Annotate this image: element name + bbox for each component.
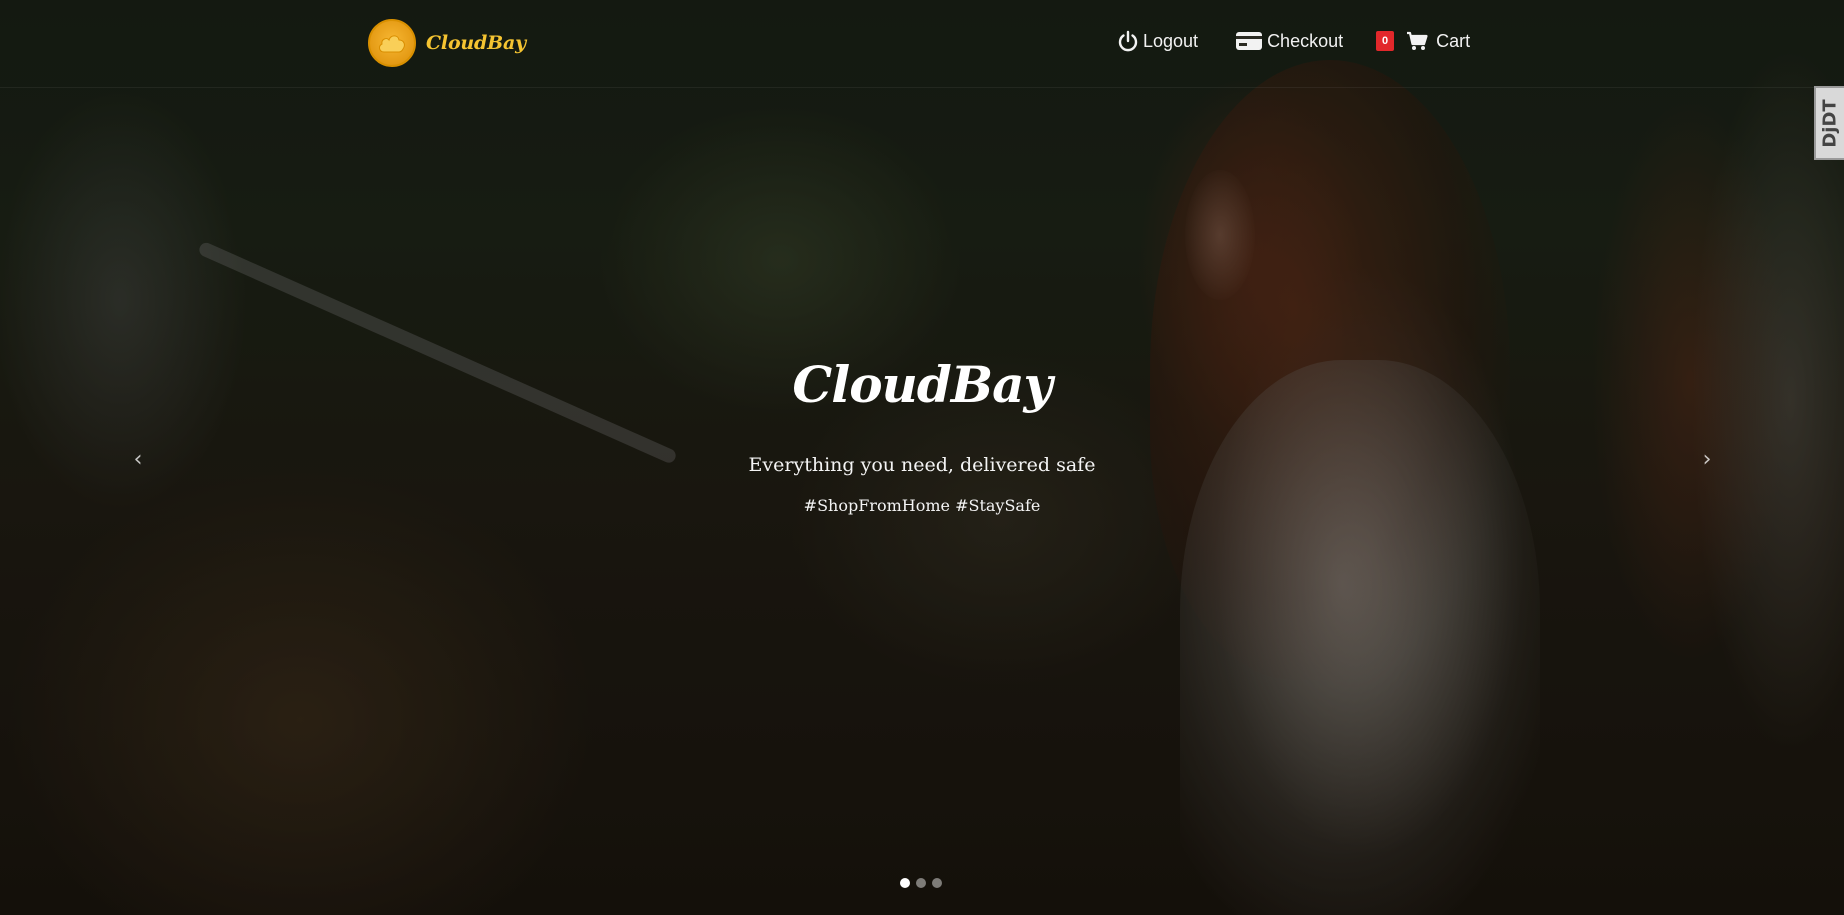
carousel-indicator-1[interactable] bbox=[900, 878, 910, 888]
credit-card-icon bbox=[1235, 30, 1263, 52]
brand-link[interactable]: CloudBay bbox=[368, 19, 526, 67]
carousel-prev-button[interactable]: ‹ bbox=[118, 440, 158, 480]
logout-link[interactable]: Logout bbox=[1117, 30, 1198, 52]
cart-count-badge: 0 bbox=[1376, 31, 1395, 51]
cart-label: Cart bbox=[1436, 30, 1471, 51]
chevron-left-icon: ‹ bbox=[133, 447, 143, 472]
debug-toolbar-tab[interactable]: DjDT bbox=[1814, 86, 1844, 160]
carousel-indicator-3[interactable] bbox=[932, 878, 942, 888]
chevron-right-icon: › bbox=[1702, 447, 1712, 472]
hero-subtitle: Everything you need, delivered safe bbox=[748, 454, 1096, 476]
brand-name: CloudBay bbox=[426, 32, 526, 54]
hero-title: CloudBay bbox=[792, 355, 1052, 414]
nav-links: Logout Checkout 0 Cart bbox=[1117, 30, 1470, 52]
power-icon bbox=[1117, 30, 1139, 52]
logout-label: Logout bbox=[1143, 30, 1199, 51]
carousel-next-button[interactable]: › bbox=[1687, 440, 1727, 480]
carousel-indicator-2[interactable] bbox=[916, 878, 926, 888]
debug-toolbar-label: DjDT bbox=[1819, 98, 1841, 148]
hero-tags: #ShopFromHome #StaySafe bbox=[803, 496, 1041, 515]
carousel-indicators bbox=[900, 878, 942, 888]
carousel-caption: CloudBay Everything you need, delivered … bbox=[0, 355, 1844, 516]
cloud-icon bbox=[368, 19, 416, 67]
cart-link[interactable]: 0 Cart bbox=[1376, 31, 1470, 52]
checkout-label: Checkout bbox=[1267, 30, 1344, 51]
navbar: CloudBay Logout Checkout 0 Cart bbox=[0, 0, 1844, 88]
checkout-link[interactable]: Checkout bbox=[1235, 30, 1343, 52]
shopping-cart-icon bbox=[1406, 31, 1428, 51]
